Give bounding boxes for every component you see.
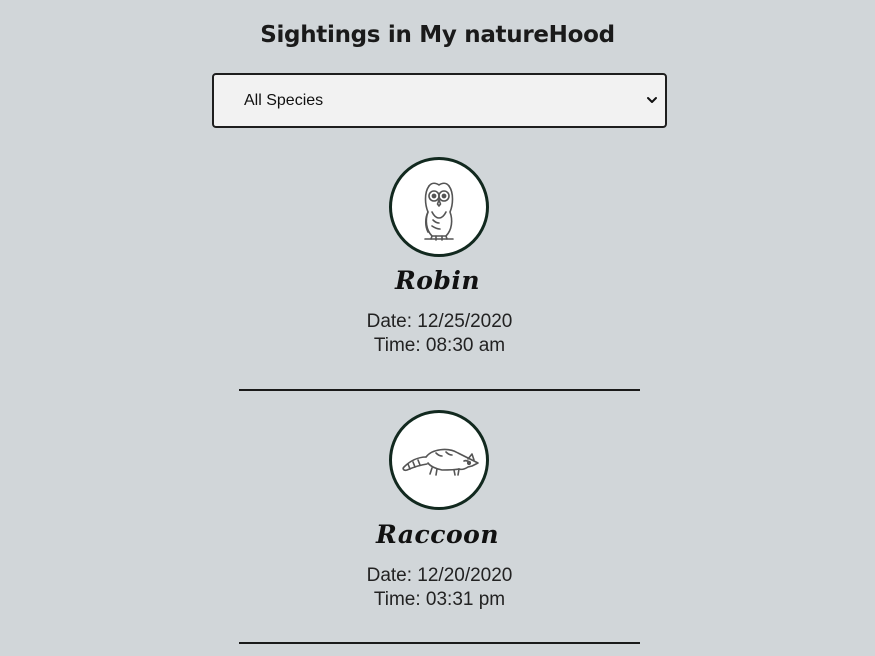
raccoon-icon [402, 448, 479, 476]
sighting-date: Date: 12/20/2020 [366, 565, 513, 586]
species-avatar[interactable] [389, 410, 489, 510]
divider [239, 389, 640, 391]
species-name: Raccoon [375, 520, 500, 549]
chevron-down-icon [647, 97, 657, 103]
species-filter-select[interactable]: All Species [212, 73, 667, 128]
species-name: Robin [394, 266, 481, 295]
divider [239, 642, 640, 644]
sighting-time: Time: 03:31 pm [373, 589, 506, 610]
owl-icon [424, 182, 454, 241]
sighting-date: Date: 12/25/2020 [366, 311, 513, 332]
species-avatar[interactable] [389, 157, 489, 257]
page-title: Sightings in My natureHood [260, 22, 615, 48]
sighting-time: Time: 08:30 am [373, 335, 506, 356]
sightings-page: Sightings in My natureHood All Species R… [0, 0, 875, 656]
species-filter-value: All Species [244, 92, 324, 109]
